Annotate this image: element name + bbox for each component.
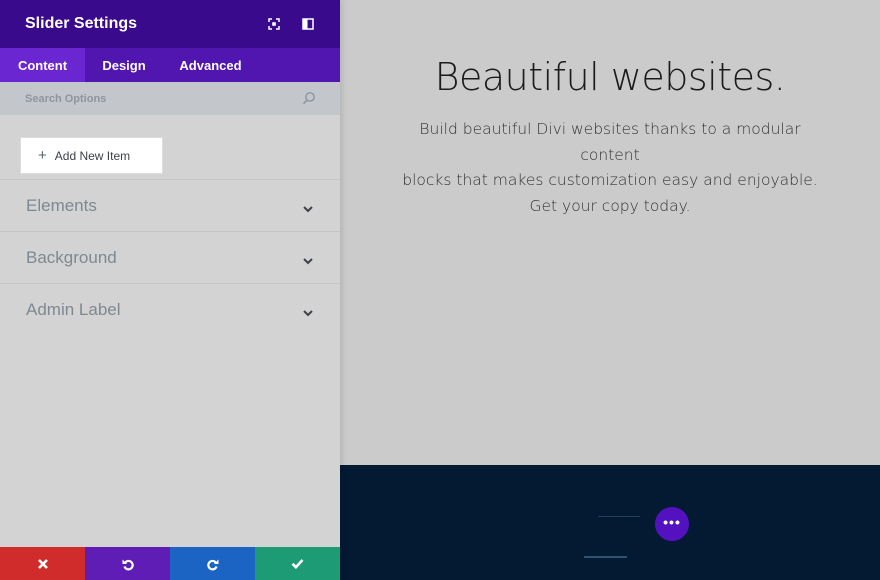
more-options-button[interactable]: ••• xyxy=(655,507,689,541)
redo-button[interactable] xyxy=(170,547,255,580)
add-new-item-button[interactable]: + Add New Item xyxy=(20,137,163,174)
tab-design[interactable]: Design xyxy=(85,48,163,82)
slide-body-line: blocks that makes customization easy and… xyxy=(402,171,818,189)
search-bar xyxy=(0,82,340,115)
search-icon[interactable] xyxy=(302,91,316,105)
slide-body-line: Get your copy today. xyxy=(529,196,691,215)
plus-icon: + xyxy=(38,147,47,164)
more-dots-icon: ••• xyxy=(663,513,681,530)
slide-body: Build beautiful Divi websites thanks to … xyxy=(390,117,830,219)
tab-bar: Content Design Advanced xyxy=(0,48,340,82)
slide-body-line: Build beautiful Divi websites thanks to … xyxy=(419,120,801,164)
undo-icon xyxy=(122,559,134,570)
toggle-label: Background xyxy=(26,247,117,267)
slide-heading: Beautiful websites. xyxy=(434,55,786,99)
undo-button[interactable] xyxy=(85,547,170,580)
toggle-background[interactable]: Background xyxy=(0,231,340,283)
dark-section: ••• xyxy=(340,465,880,580)
redo-icon xyxy=(206,559,218,570)
toggle-elements[interactable]: Elements xyxy=(0,179,340,231)
tab-content[interactable]: Content xyxy=(0,48,85,82)
toggle-admin-label[interactable]: Admin Label xyxy=(0,283,340,335)
panel-title: Slider Settings xyxy=(25,15,138,32)
save-button[interactable] xyxy=(255,547,340,580)
chevron-down-icon xyxy=(302,305,314,317)
tab-advanced[interactable]: Advanced xyxy=(163,48,258,82)
search-input[interactable] xyxy=(25,92,285,105)
check-icon xyxy=(291,559,304,569)
cancel-button[interactable] xyxy=(0,547,85,580)
toggle-label: Admin Label xyxy=(26,299,121,319)
toggle-label: Elements xyxy=(26,195,97,215)
panel-footer xyxy=(0,547,340,580)
close-icon xyxy=(37,558,48,569)
add-item-area: + Add New Item xyxy=(0,115,340,179)
chevron-down-icon xyxy=(302,253,314,265)
expand-icon[interactable] xyxy=(266,16,282,32)
divider-line xyxy=(584,556,627,558)
split-view-icon[interactable] xyxy=(300,16,316,32)
slider-preview: Beautiful websites. Build beautiful Divi… xyxy=(340,0,880,465)
chevron-down-icon xyxy=(302,201,314,213)
settings-panel: Slider Settings Content Design Advanced xyxy=(0,0,340,580)
divider-line xyxy=(598,516,640,517)
panel-header: Slider Settings xyxy=(0,0,340,48)
add-new-item-label: Add New Item xyxy=(54,148,131,163)
